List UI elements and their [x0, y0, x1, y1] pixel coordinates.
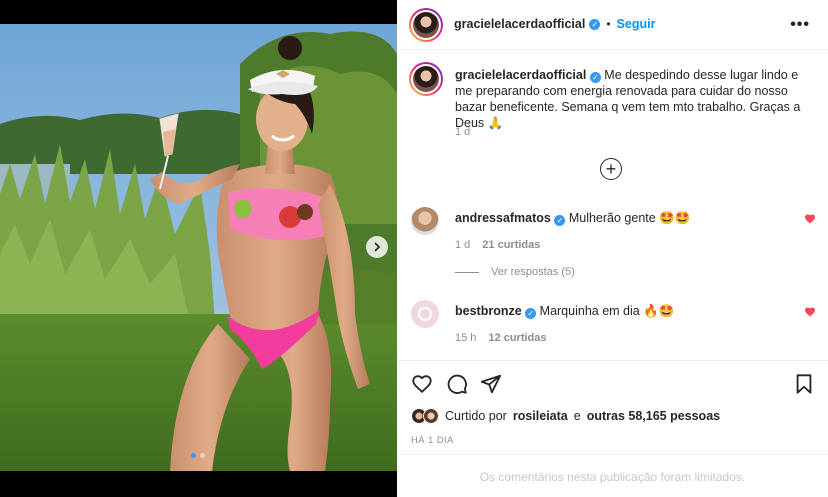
comment-text: Marquinha em dia 🔥🤩 [539, 304, 675, 318]
bookmark-icon[interactable] [793, 373, 815, 395]
verified-icon: ✓ [554, 215, 566, 226]
post-media [0, 0, 397, 497]
heart-icon[interactable] [411, 373, 433, 395]
post-panel: gracielelacerdaofficial ✓ • Seguir ••• g… [397, 0, 828, 497]
plus-circle-icon[interactable]: + [600, 158, 622, 180]
author-username[interactable]: gracielelacerdaofficial [454, 17, 585, 31]
caption-avatar[interactable] [409, 62, 443, 96]
likes-conjunction: e [573, 409, 581, 423]
carousel-dot [200, 453, 205, 458]
follow-button[interactable]: Seguir [617, 17, 656, 31]
more-icon[interactable]: ••• [790, 16, 810, 34]
view-replies-button[interactable]: Ver respostas (5) [455, 266, 575, 278]
comment-username[interactable]: andressafmatos [455, 211, 551, 225]
next-slide-button[interactable] [366, 236, 388, 258]
liker-username[interactable]: rosileiata [513, 409, 568, 423]
post-header: gracielelacerdaofficial ✓ • Seguir ••• [397, 0, 828, 50]
verified-icon: ✓ [525, 308, 537, 319]
share-icon[interactable] [480, 373, 502, 395]
author-avatar[interactable] [409, 8, 443, 42]
commenter-avatar[interactable] [411, 300, 439, 328]
carousel-dots [191, 453, 205, 458]
likes-summary: Curtido por rosileiata e outras 58,165 p… [411, 408, 720, 424]
comment-username[interactable]: bestbronze [455, 304, 522, 318]
post-date[interactable]: HÁ 1 DIA [411, 435, 454, 446]
verified-icon: ✓ [589, 18, 601, 30]
verified-icon: ✓ [589, 72, 601, 83]
comments-limited-notice: Os comentários nesta publicação foram li… [397, 454, 828, 497]
heart-icon[interactable] [804, 213, 816, 225]
liker-avatar[interactable] [423, 408, 439, 424]
comment-likes[interactable]: 21 curtidas [482, 239, 540, 251]
likes-prefix: Curtido por [445, 409, 507, 423]
comment-likes[interactable]: 12 curtidas [488, 332, 546, 344]
comment-icon[interactable] [446, 373, 468, 395]
chevron-right-icon [374, 242, 381, 252]
comment-time[interactable]: 15 h [455, 332, 476, 344]
post-photo [0, 24, 397, 471]
caption-username[interactable]: gracielelacerdaofficial [455, 68, 586, 82]
likes-others[interactable]: outras 58,165 pessoas [587, 409, 720, 423]
view-replies-label: Ver respostas (5) [491, 266, 575, 278]
comment-time[interactable]: 1 d [455, 239, 470, 251]
heart-icon[interactable] [804, 306, 816, 318]
commenter-avatar[interactable] [411, 207, 439, 235]
caption-time[interactable]: 1 d [455, 126, 470, 138]
post-caption: gracielelacerdaofficial ✓ Me despedindo … [455, 67, 810, 131]
carousel-dot-active [191, 453, 196, 458]
comment-text: Mulherão gente 🤩🤩 [568, 211, 691, 225]
post-actions: Curtido por rosileiata e outras 58,165 p… [397, 360, 828, 497]
